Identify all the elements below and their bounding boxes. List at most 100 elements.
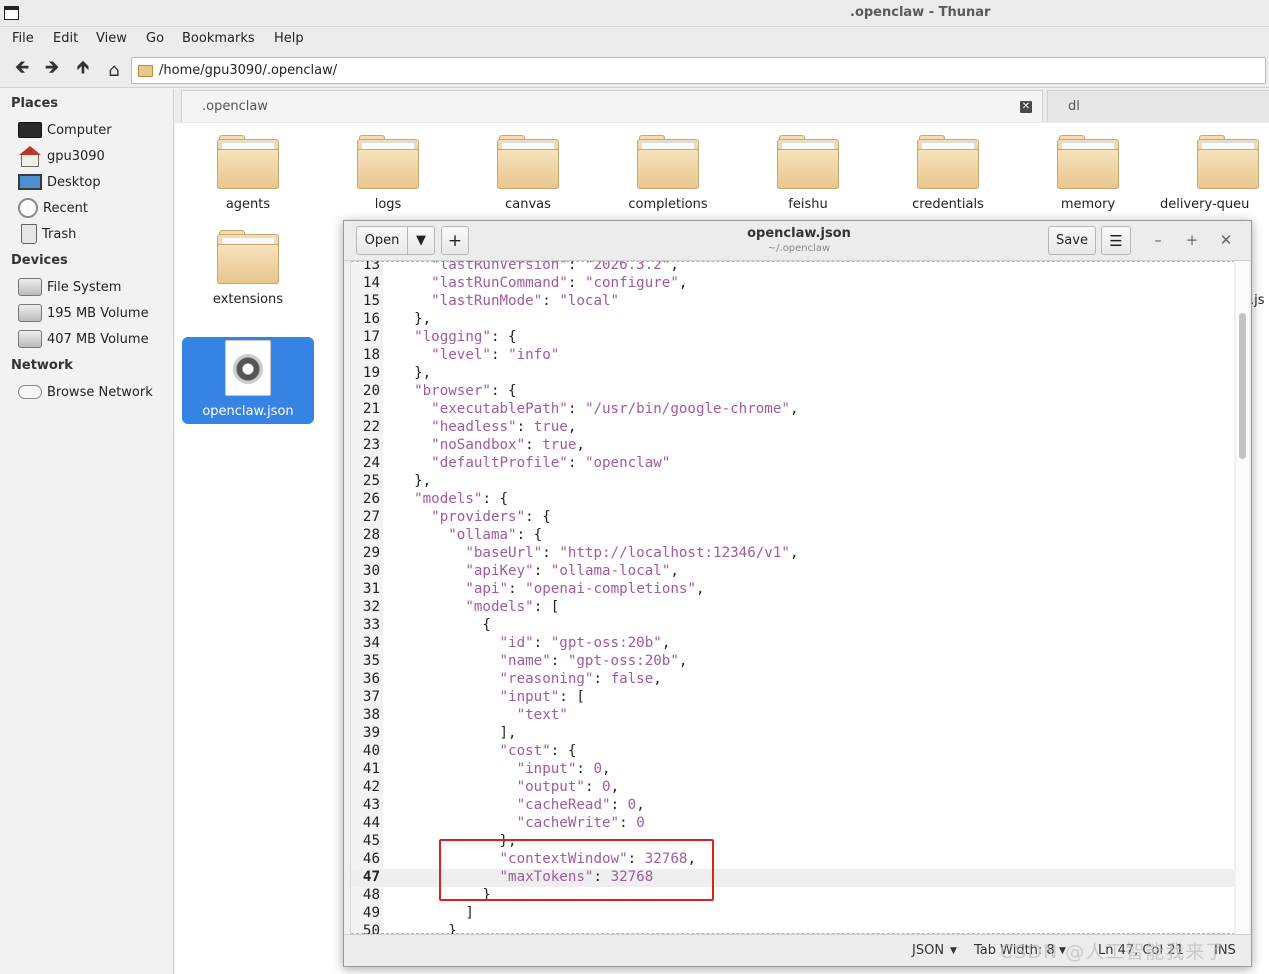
- hamburger-menu-button[interactable]: ☰: [1101, 226, 1131, 255]
- folder-item[interactable]: canvas: [458, 123, 598, 213]
- folder-item[interactable]: credentials: [878, 123, 1018, 213]
- menu-go[interactable]: Go: [146, 31, 164, 46]
- folder-item[interactable]: completions: [598, 123, 738, 213]
- code-line[interactable]: 37 "input": [: [351, 689, 1234, 707]
- code-line[interactable]: 34 "id": "gpt-oss:20b",: [351, 635, 1234, 653]
- code-line[interactable]: 27 "providers": {: [351, 509, 1234, 527]
- folder-label: delivery-queu: [1160, 197, 1250, 212]
- window-icon[interactable]: [4, 6, 19, 20]
- code-line[interactable]: 20 "browser": {: [351, 383, 1234, 401]
- language-selector[interactable]: JSON: [912, 943, 944, 958]
- code-line[interactable]: 28 "ollama": {: [351, 527, 1234, 545]
- maximize-icon[interactable]: +: [1183, 231, 1201, 249]
- sidebar-item-computer[interactable]: Computer: [18, 118, 168, 142]
- sidebar-item-desktop[interactable]: Desktop: [18, 170, 168, 194]
- folder-item[interactable]: memory: [1018, 123, 1158, 213]
- code-line[interactable]: 44 "cacheWrite": 0: [351, 815, 1234, 833]
- code-line[interactable]: 36 "reasoning": false,: [351, 671, 1234, 689]
- sidebar-item-browse-network[interactable]: Browse Network: [18, 380, 168, 404]
- folder-icon: [217, 135, 279, 189]
- code-line[interactable]: 43 "cacheRead": 0,: [351, 797, 1234, 815]
- code-line[interactable]: 18 "level": "info": [351, 347, 1234, 365]
- drive-icon: [18, 330, 42, 348]
- folder-item[interactable]: extensions: [178, 218, 318, 308]
- code-line[interactable]: 35 "name": "gpt-oss:20b",: [351, 653, 1234, 671]
- line-text: "cacheRead": 0,: [516, 797, 645, 813]
- line-number: 49: [362, 905, 380, 921]
- folder-label: feishu: [788, 197, 828, 212]
- code-line[interactable]: 15 "lastRunMode": "local": [351, 293, 1234, 311]
- vertical-scrollbar[interactable]: [1236, 261, 1249, 934]
- code-line[interactable]: 33 {: [351, 617, 1234, 635]
- scrollbar-thumb[interactable]: [1239, 313, 1246, 459]
- editor-headerbar: Open ▼ + openclaw.json ~/.openclaw Save …: [344, 221, 1251, 261]
- menu-file[interactable]: File: [12, 31, 34, 46]
- code-line[interactable]: 25 },: [351, 473, 1234, 491]
- sidebar-item-recent[interactable]: Recent: [18, 196, 168, 220]
- line-number: 34: [362, 635, 380, 651]
- save-button[interactable]: Save: [1048, 226, 1096, 255]
- folder-icon: [917, 135, 979, 189]
- code-line[interactable]: 26 "models": {: [351, 491, 1234, 509]
- menu-edit[interactable]: Edit: [53, 31, 78, 46]
- code-view[interactable]: 13 "lastRunVersion": "2026.3.2", 14 "last…: [350, 261, 1234, 934]
- code-line[interactable]: 22 "headless": true,: [351, 419, 1234, 437]
- code-line[interactable]: 39 ],: [351, 725, 1234, 743]
- close-icon[interactable]: ✕: [1020, 101, 1032, 113]
- code-line[interactable]: 19 },: [351, 365, 1234, 383]
- folder-item[interactable]: logs: [318, 123, 458, 213]
- line-number: 42: [362, 779, 380, 795]
- sidebar-item-label: Recent: [43, 200, 88, 216]
- code-line[interactable]: 50 }: [351, 923, 1234, 934]
- sidebar-item-filesystem[interactable]: File System: [18, 275, 168, 299]
- sidebar-item-volume-195[interactable]: 195 MB Volume: [18, 301, 168, 325]
- open-button[interactable]: Open: [356, 226, 408, 255]
- code-line[interactable]: 31 "api": "openai-completions",: [351, 581, 1234, 599]
- line-text: "executablePath": "/usr/bin/google-chrom…: [431, 401, 799, 417]
- folder-item[interactable]: feishu: [738, 123, 878, 213]
- location-entry[interactable]: /home/gpu3090/.openclaw/: [131, 57, 1266, 84]
- code-line[interactable]: 16 },: [351, 311, 1234, 329]
- line-text: "lastRunCommand": "configure",: [431, 275, 688, 291]
- selected-file-item[interactable]: openclaw.json: [182, 337, 314, 424]
- sidebar-item-trash[interactable]: Trash: [18, 222, 168, 246]
- code-line[interactable]: 24 "defaultProfile": "openclaw": [351, 455, 1234, 473]
- code-line[interactable]: 29 "baseUrl": "http://localhost:12346/v1…: [351, 545, 1234, 563]
- code-line[interactable]: 49 ]: [351, 905, 1234, 923]
- code-line[interactable]: 14 "lastRunCommand": "configure",: [351, 275, 1234, 293]
- tab-openclaw[interactable]: .openclaw ✕: [181, 90, 1043, 122]
- code-line[interactable]: 32 "models": [: [351, 599, 1234, 617]
- open-recent-dropdown[interactable]: ▼: [407, 226, 435, 255]
- home-icon[interactable]: ⌂: [102, 59, 126, 81]
- folder-item[interactable]: agents: [178, 123, 318, 213]
- forward-arrow-icon[interactable]: 🡺: [40, 57, 64, 81]
- sidebar-item-home[interactable]: gpu3090: [18, 144, 168, 168]
- code-line[interactable]: 41 "input": 0,: [351, 761, 1234, 779]
- sidebar-item-label: Computer: [47, 122, 112, 138]
- code-line[interactable]: 30 "apiKey": "ollama-local",: [351, 563, 1234, 581]
- sidebar-item-volume-407[interactable]: 407 MB Volume: [18, 327, 168, 351]
- recent-clock-icon: [18, 198, 38, 218]
- back-arrow-icon[interactable]: 🡸: [10, 57, 34, 81]
- code-line[interactable]: 17 "logging": {: [351, 329, 1234, 347]
- folder-item[interactable]: delivery-queu: [1158, 123, 1269, 213]
- new-tab-button[interactable]: +: [441, 226, 469, 255]
- code-line[interactable]: 13 "lastRunVersion": "2026.3.2",: [351, 261, 1234, 275]
- code-line[interactable]: 40 "cost": {: [351, 743, 1234, 761]
- minimize-icon[interactable]: –: [1149, 231, 1167, 249]
- menu-bookmarks[interactable]: Bookmarks: [182, 31, 255, 46]
- menu-view[interactable]: View: [96, 31, 127, 46]
- code-line[interactable]: 21 "executablePath": "/usr/bin/google-ch…: [351, 401, 1234, 419]
- menu-help[interactable]: Help: [274, 31, 304, 46]
- code-line[interactable]: 23 "noSandbox": true,: [351, 437, 1234, 455]
- line-number: 50: [362, 923, 380, 934]
- up-arrow-icon[interactable]: 🡹: [71, 57, 95, 81]
- code-line[interactable]: 38 "text": [351, 707, 1234, 725]
- line-number: 22: [362, 419, 380, 435]
- tab-dl[interactable]: dl: [1047, 90, 1269, 122]
- line-text: "ollama": {: [448, 527, 543, 543]
- code-line[interactable]: 42 "output": 0,: [351, 779, 1234, 797]
- close-window-icon[interactable]: ✕: [1217, 231, 1235, 249]
- line-number: 35: [362, 653, 380, 669]
- line-text: "defaultProfile": "openclaw": [431, 455, 671, 471]
